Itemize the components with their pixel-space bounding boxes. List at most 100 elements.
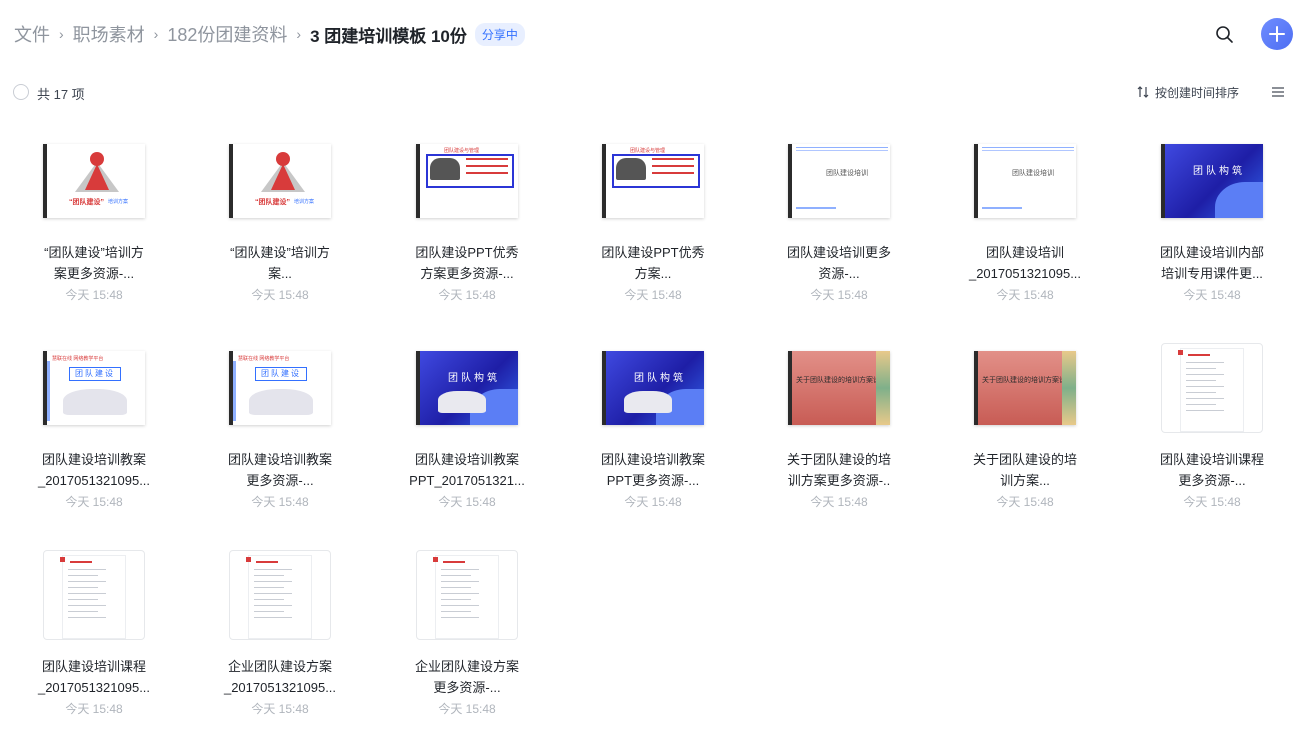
- file-item[interactable]: 团队建设培训课程 _2017051321095... 今天 15:48: [24, 540, 164, 730]
- file-time: 今天 15:48: [810, 288, 868, 302]
- file-name: 团队建设培训更多 资源-...: [786, 245, 891, 281]
- file-time: 今天 15:48: [65, 495, 123, 509]
- file-thumbnail: [24, 540, 164, 650]
- list-view-icon[interactable]: [1270, 84, 1286, 100]
- file-name: 团队建设培训教案 _2017051321095...: [37, 452, 151, 488]
- file-thumbnail: 慧联在线 网络教学平台 团队建设: [24, 333, 164, 443]
- chevron-right-icon: ›: [296, 26, 302, 42]
- file-thumbnail: 团队建设培训: [955, 126, 1095, 236]
- file-time: 今天 15:48: [438, 495, 496, 509]
- sort-label: 按创建时间排序: [1155, 85, 1240, 100]
- sort-button[interactable]: 按创建时间排序: [1136, 83, 1239, 101]
- file-name: 企业团队建设方案 更多资源-...: [414, 659, 519, 695]
- file-time: 今天 15:48: [996, 288, 1054, 302]
- file-thumbnail: 团队构筑: [397, 333, 537, 443]
- item-count: 共 17 项: [37, 87, 85, 102]
- presentation-thumbnail: 团队构筑: [602, 351, 704, 425]
- chevron-right-icon: ›: [153, 26, 159, 42]
- file-item[interactable]: “团队建设” 培训方案 “团队建设”培训方 案... 今天 15:48: [210, 126, 350, 316]
- file-thumbnail: “团队建设” 培训方案: [24, 126, 164, 236]
- file-thumbnail: 团队构筑: [583, 333, 723, 443]
- file-thumbnail: “团队建设” 培训方案: [210, 126, 350, 236]
- file-item[interactable]: 慧联在线 网络教学平台 团队建设团队建设培训教案 _2017051321095..…: [24, 333, 164, 523]
- breadcrumb-item-teambuilding[interactable]: 182份团建资料: [167, 21, 287, 47]
- file-item[interactable]: 团队建设培训团队建设培训更多 资源-... 今天 15:48: [769, 126, 909, 316]
- file-name: 企业团队建设方案 _2017051321095...: [223, 659, 337, 695]
- file-thumbnail: 团队构筑: [1142, 126, 1282, 236]
- file-name: 团队建设PPT优秀 方案更多资源-...: [415, 245, 519, 281]
- presentation-thumbnail: 团队构筑: [1161, 144, 1263, 218]
- file-name: 团队建设培训教案 PPT更多资源-...: [600, 452, 705, 488]
- file-item[interactable]: 关于团队建设的培训方案设计关于团队建设的培 训方案更多资源-.. 今天 15:48: [769, 333, 909, 523]
- search-icon[interactable]: [1212, 22, 1238, 48]
- sharing-badge[interactable]: 分享中: [474, 22, 525, 46]
- breadcrumb: 文件 › 职场素材 › 182份团建资料 › 3 团建培训模板 10份 分享中: [14, 20, 525, 48]
- file-thumbnail: 关于团队建设的培训方案设计: [955, 333, 1095, 443]
- file-thumbnail: 团队建设培训: [769, 126, 909, 236]
- file-item[interactable]: 团队建设与管理 团队建设PPT优秀 方案... 今天 15:48: [583, 126, 723, 316]
- file-name: 团队建设培训课程 _2017051321095...: [37, 659, 151, 695]
- presentation-thumbnail: 关于团队建设的培训方案设计: [788, 351, 890, 425]
- file-thumbnail: [210, 540, 350, 650]
- file-time: 今天 15:48: [438, 702, 496, 716]
- document-thumbnail: [1161, 343, 1263, 433]
- file-item[interactable]: 关于团队建设的培训方案设计关于团队建设的培 训方案... 今天 15:48: [955, 333, 1095, 523]
- presentation-thumbnail: “团队建设” 培训方案: [229, 144, 331, 218]
- breadcrumb-item-workplace[interactable]: 职场素材: [73, 21, 145, 47]
- file-time: 今天 15:48: [624, 288, 682, 302]
- top-bar: 文件 › 职场素材 › 182份团建资料 › 3 团建培训模板 10份 分享中: [0, 0, 1314, 66]
- presentation-thumbnail: 关于团队建设的培训方案设计: [974, 351, 1076, 425]
- document-thumbnail: [416, 550, 518, 640]
- select-all-checkbox[interactable]: [13, 84, 29, 100]
- file-name: 关于团队建设的培 训方案更多资源-..: [786, 452, 891, 488]
- file-thumbnail: [397, 540, 537, 650]
- file-item[interactable]: “团队建设” 培训方案 “团队建设”培训方 案更多资源-... 今天 15:48: [24, 126, 164, 316]
- document-thumbnail: [229, 550, 331, 640]
- file-thumbnail: 慧联在线 网络教学平台 团队建设: [210, 333, 350, 443]
- presentation-thumbnail: 慧联在线 网络教学平台 团队建设: [43, 351, 145, 425]
- presentation-thumbnail: 团队建设培训: [974, 144, 1076, 218]
- file-item[interactable]: 团队构筑团队建设培训内部 培训专用课件更... 今天 15:48: [1142, 126, 1282, 316]
- file-name: 团队建设培训教案 更多资源-...: [227, 452, 332, 488]
- chevron-right-icon: ›: [59, 26, 64, 42]
- file-item[interactable]: 团队建设与管理团队建设PPT优秀 方案更多资源-... 今天 15:48: [397, 126, 537, 316]
- file-item[interactable]: 团队构筑团队建设培训教案 PPT_2017051321... 今天 15:48: [397, 333, 537, 523]
- file-item[interactable]: 慧联在线 网络教学平台 团队建设团队建设培训教案 更多资源-... 今天 15:48: [210, 333, 350, 523]
- file-item[interactable]: 团队建设培训 团队建设培训 _2017051321095... 今天 15:48: [955, 126, 1095, 316]
- file-time: 今天 15:48: [1183, 495, 1241, 509]
- file-item[interactable]: 团队建设培训课程 更多资源-... 今天 15:48: [1142, 333, 1282, 523]
- presentation-thumbnail: 团队建设与管理: [416, 144, 518, 218]
- file-thumbnail: 关于团队建设的培训方案设计: [769, 333, 909, 443]
- file-time: 今天 15:48: [624, 495, 682, 509]
- file-name: “团队建设”培训方 案...: [230, 245, 330, 281]
- file-name: 团队建设培训内部 培训专用课件更...: [1159, 245, 1264, 281]
- file-name: 团队建设培训课程 更多资源-...: [1159, 452, 1264, 488]
- file-name: 关于团队建设的培 训方案...: [972, 452, 1077, 488]
- file-name: 团队建设培训教案 PPT_2017051321...: [409, 452, 525, 488]
- file-thumbnail: 团队建设与管理: [583, 126, 723, 236]
- file-item[interactable]: 团队构筑团队建设培训教案 PPT更多资源-... 今天 15:48: [583, 333, 723, 523]
- toolbar: 共 17 项 按创建时间排序: [0, 78, 1314, 106]
- breadcrumb-item-files[interactable]: 文件: [14, 21, 50, 47]
- file-thumbnail: 团队建设与管理: [397, 126, 537, 236]
- file-thumbnail: [1142, 333, 1282, 443]
- page-title: 3 团建培训模板 10份: [310, 26, 467, 46]
- file-time: 今天 15:48: [251, 495, 309, 509]
- file-item[interactable]: 企业团队建设方案 _2017051321095... 今天 15:48: [210, 540, 350, 730]
- file-item[interactable]: 企业团队建设方案 更多资源-... 今天 15:48: [397, 540, 537, 730]
- presentation-thumbnail: “团队建设” 培训方案: [43, 144, 145, 218]
- presentation-thumbnail: 团队建设与管理: [602, 144, 704, 218]
- sort-icon: [1137, 86, 1149, 98]
- file-time: 今天 15:48: [810, 495, 868, 509]
- file-time: 今天 15:48: [996, 495, 1054, 509]
- file-time: 今天 15:48: [251, 288, 309, 302]
- file-time: 今天 15:48: [1183, 288, 1241, 302]
- presentation-thumbnail: 团队构筑: [416, 351, 518, 425]
- presentation-thumbnail: 慧联在线 网络教学平台 团队建设: [229, 351, 331, 425]
- file-name: “团队建设”培训方 案更多资源-...: [44, 245, 144, 281]
- file-time: 今天 15:48: [251, 702, 309, 716]
- add-button[interactable]: [1261, 18, 1293, 50]
- file-time: 今天 15:48: [438, 288, 496, 302]
- file-time: 今天 15:48: [65, 288, 123, 302]
- file-time: 今天 15:48: [65, 702, 123, 716]
